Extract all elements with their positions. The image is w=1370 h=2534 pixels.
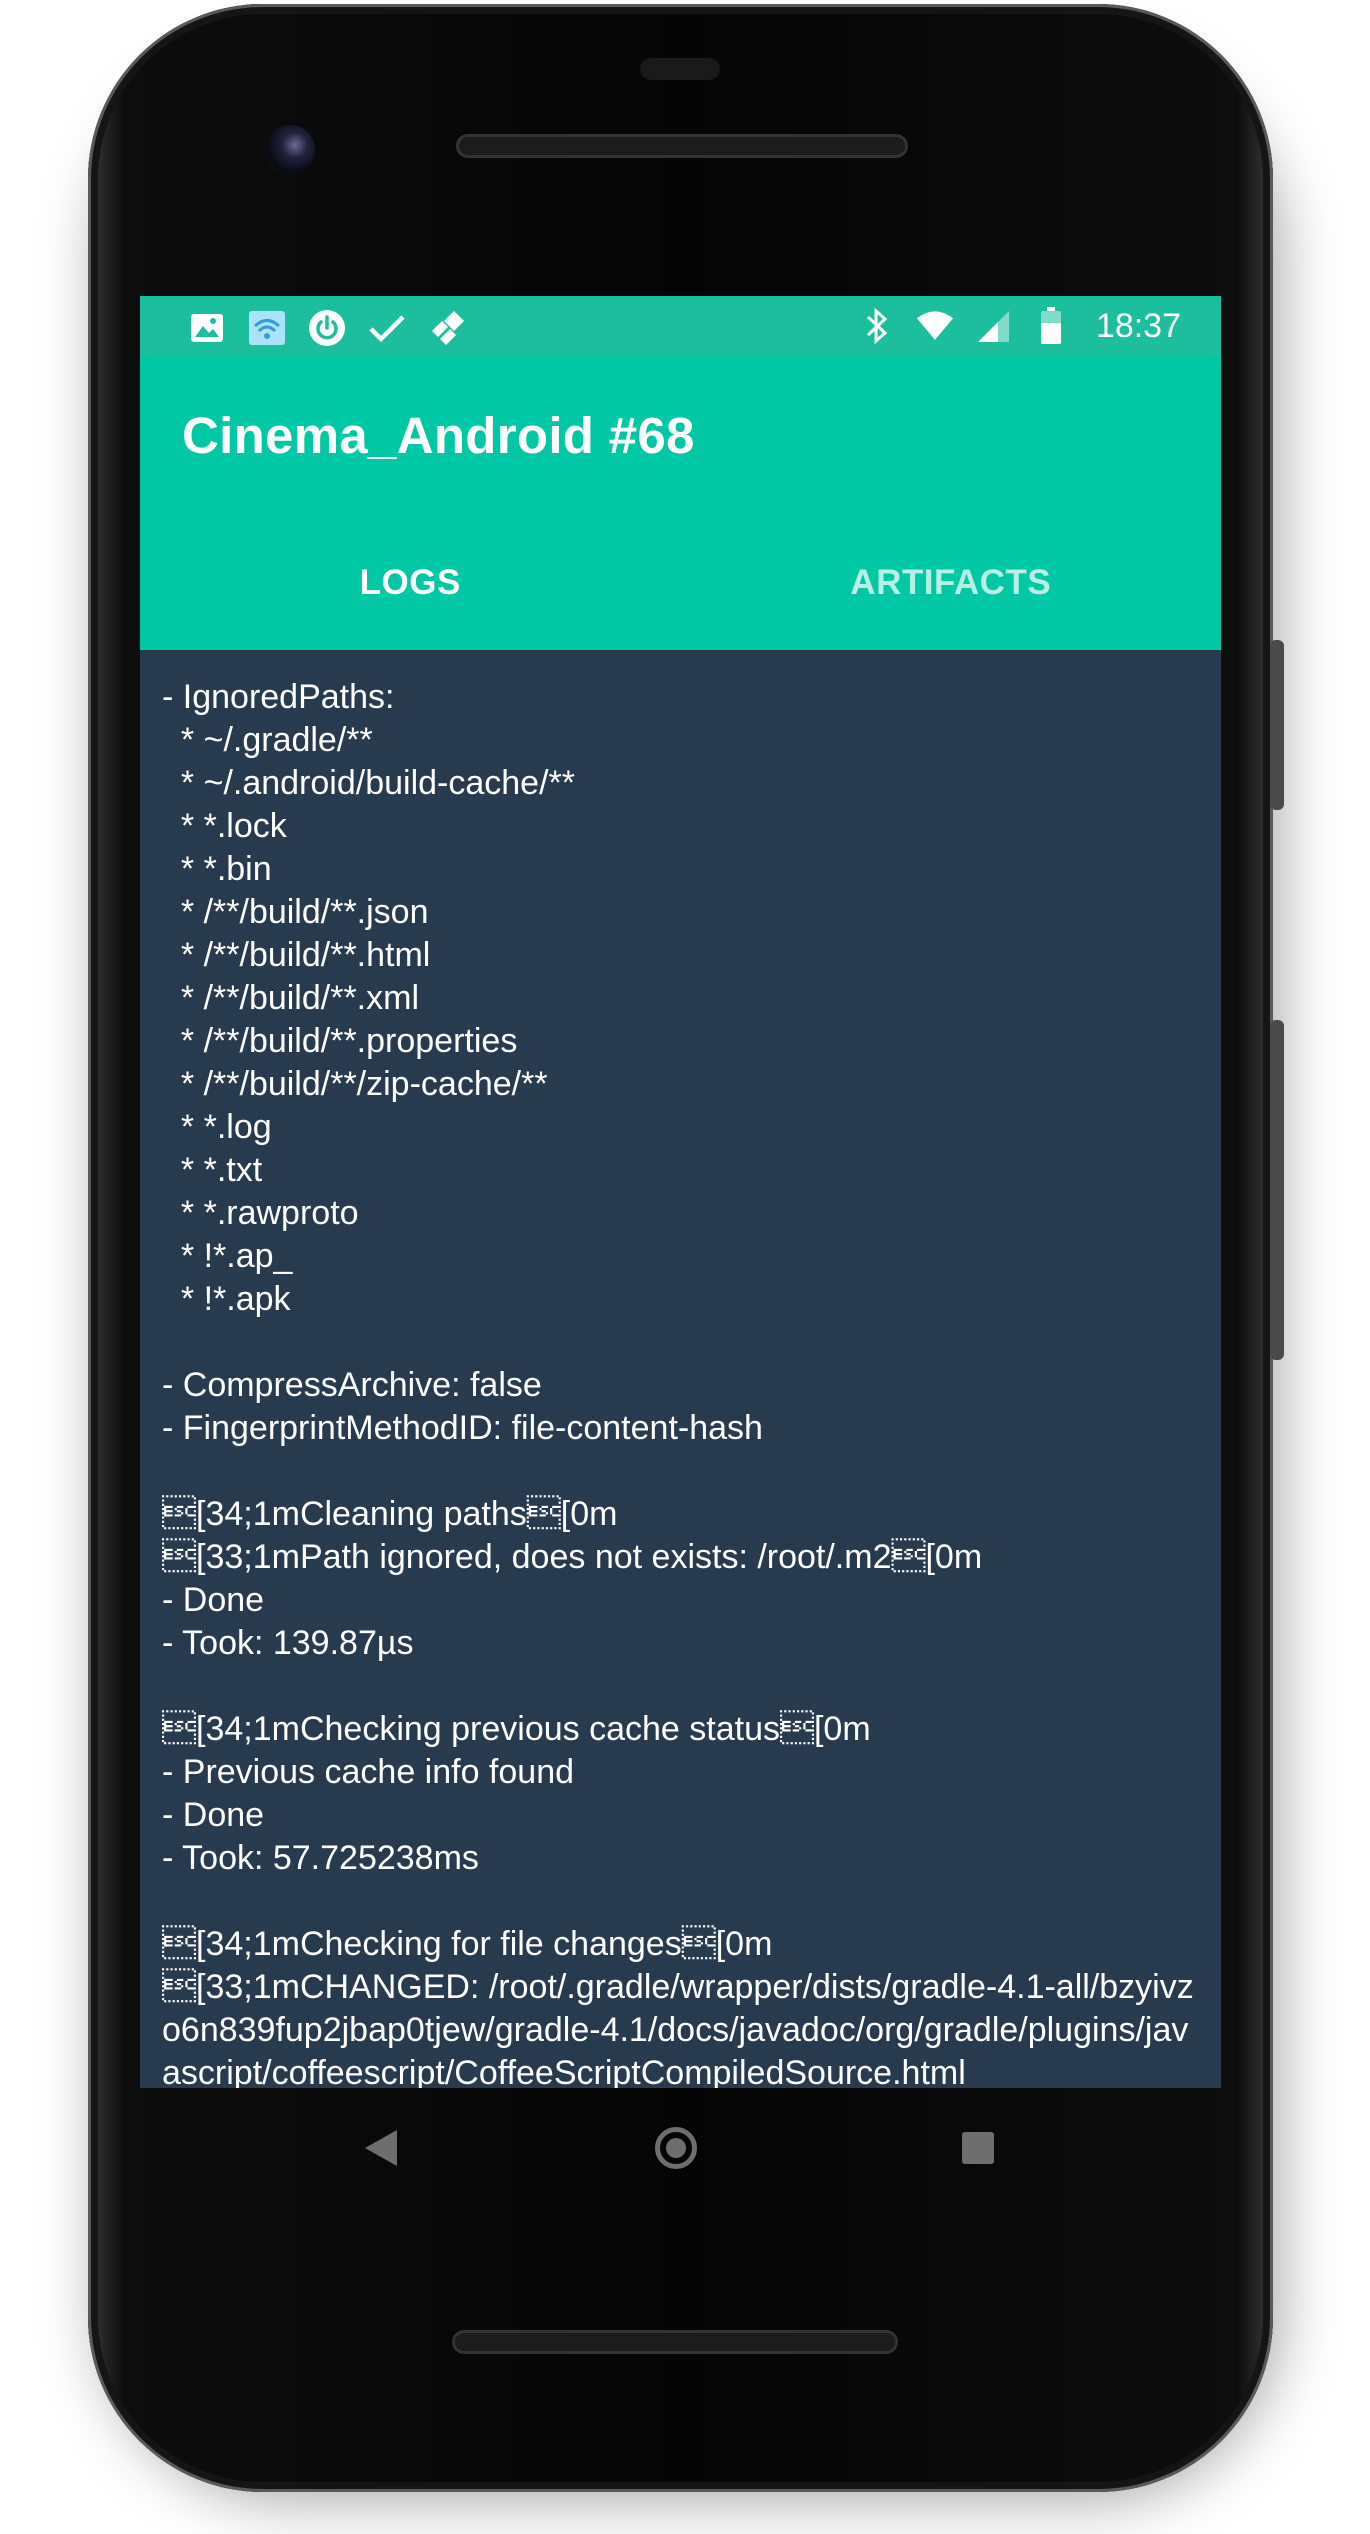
bluetooth-icon: [858, 307, 896, 345]
wifi-card-icon: [248, 309, 286, 347]
status-clock: 18:37: [1095, 306, 1181, 345]
check-icon: [368, 309, 406, 347]
status-bar: 18:37: [140, 296, 1221, 356]
wifi-icon: [916, 307, 954, 345]
battery-icon: [1032, 307, 1070, 345]
page-title: Cinema_Android #68: [182, 407, 695, 464]
image-icon: [188, 309, 226, 347]
power-side-button: [1270, 640, 1284, 810]
app-bar: Cinema_Android #68 LOGS ARTIFACTS: [140, 356, 1221, 650]
top-speaker-grille: [456, 134, 908, 158]
front-camera: [265, 125, 315, 175]
recents-icon[interactable]: [962, 2132, 994, 2164]
bottom-speaker-grille: [452, 2330, 898, 2354]
system-status-icons: 18:37: [858, 306, 1181, 346]
signal-icon: [974, 307, 1012, 345]
jira-icon: [428, 309, 466, 347]
home-icon[interactable]: [655, 2127, 697, 2169]
power-icon: [308, 309, 346, 347]
tab-logs-label: LOGS: [359, 563, 461, 602]
log-viewer[interactable]: - IgnoredPaths: * ~/.gradle/** * ~/.andr…: [140, 650, 1221, 2088]
tab-bar: LOGS ARTIFACTS: [140, 516, 1221, 650]
tab-artifacts-label: ARTIFACTS: [850, 563, 1052, 602]
volume-side-button: [1270, 1020, 1284, 1360]
screen: 18:37 Cinema_Android #68 LOGS ARTIFACTS …: [140, 296, 1221, 2088]
tab-logs[interactable]: LOGS: [140, 516, 681, 650]
log-text: - IgnoredPaths: * ~/.gradle/** * ~/.andr…: [162, 678, 1194, 2088]
earpiece-slot: [640, 58, 720, 80]
tab-artifacts[interactable]: ARTIFACTS: [681, 516, 1222, 650]
back-icon[interactable]: [363, 2128, 399, 2168]
notification-icons: [188, 308, 466, 348]
